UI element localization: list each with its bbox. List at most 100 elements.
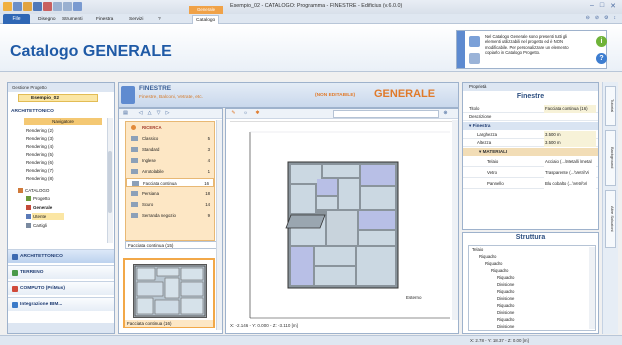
tree-scroll-thumb[interactable]	[108, 151, 112, 213]
sun-icon[interactable]: ☼	[242, 110, 249, 117]
tree-item-rendering[interactable]: Rendering (5)	[26, 151, 54, 158]
navigator-header[interactable]: Navigatore	[24, 118, 102, 125]
tab-background[interactable]: Background	[605, 130, 616, 186]
minimize-button[interactable]: –	[590, 2, 594, 10]
tab-strumenti[interactable]: Strumenti	[62, 15, 83, 24]
tree-node[interactable]: Riquadro	[497, 317, 514, 323]
property-row[interactable]: Altezza 3.500 m	[463, 139, 598, 147]
viewer-search-input[interactable]	[333, 110, 439, 118]
section-terreno[interactable]: TERRENO	[8, 265, 114, 279]
tree-node[interactable]: Riquadro	[485, 261, 502, 267]
section-title: ARCHITETTONICO	[11, 109, 54, 114]
tree-node[interactable]: Divisione	[497, 296, 514, 302]
tab-help[interactable]: ?	[158, 15, 161, 24]
tree-item-rendering[interactable]: Rendering (8)	[26, 175, 54, 182]
viewer-canvas[interactable]	[230, 121, 454, 322]
window-thumb-icon	[131, 202, 138, 207]
tab-disegno[interactable]: Disegno	[38, 15, 56, 24]
tree-node[interactable]: Riquadro	[497, 289, 514, 295]
save-icon[interactable]	[33, 2, 42, 11]
viewer-scrollbar[interactable]	[452, 120, 458, 320]
section-integrazione-bim[interactable]: Integrazione BIM...	[8, 297, 114, 311]
app-icon[interactable]	[3, 2, 12, 11]
viewer-coordinates: X: -2.146 - Y: 0.000 - Z: -3.110 [m]	[230, 323, 298, 328]
tree-node[interactable]: Divisione	[497, 310, 514, 316]
catalog-item-preview-selected[interactable]: Facciata continua (16)	[123, 258, 215, 328]
customize-icon[interactable]	[73, 2, 82, 11]
back-icon[interactable]: ◁	[137, 110, 144, 117]
list-item[interactable]: Scuro 14	[126, 200, 214, 209]
new-file-icon[interactable]	[13, 2, 22, 11]
tree-item-rendering[interactable]: Rendering (7)	[26, 167, 54, 174]
tree-node[interactable]: Telaio	[472, 247, 483, 253]
list-item[interactable]: Classico 5	[126, 134, 214, 143]
tree-item-rendering[interactable]: Rendering (3)	[26, 135, 54, 142]
context-tab-generale[interactable]: Generale	[189, 6, 223, 14]
redo-icon[interactable]	[63, 2, 72, 11]
open-folder-icon[interactable]	[23, 2, 32, 11]
ribbon-right-icons: ⊖ ⊘ ⚙ ↕	[586, 15, 616, 21]
maximize-button[interactable]: □	[600, 2, 604, 10]
tree-item-progetto[interactable]: Progetto	[26, 195, 50, 202]
catalog-scrollbar[interactable]	[216, 120, 222, 330]
property-row[interactable]: Larghezza 3.500 m	[463, 131, 598, 139]
tree-node[interactable]: Riquadro	[479, 254, 496, 260]
property-row[interactable]: Pannello Blu cobalto (...\Vetri\Vi	[463, 179, 598, 189]
expand-icon[interactable]: ↕	[614, 15, 617, 21]
tree-node[interactable]: Divisione	[497, 282, 514, 288]
tab-finestra[interactable]: Finestra	[96, 15, 113, 24]
search-row[interactable]: RICERCA	[126, 123, 214, 132]
window-category-icon	[121, 86, 135, 104]
tree-item-catalogo[interactable]: CATALOGO	[18, 187, 49, 194]
tab-catalogo[interactable]: Catalogo	[192, 15, 220, 24]
panel-header: Gestione Progetto	[8, 83, 114, 92]
settings-circle-icon[interactable]: ⊘	[595, 15, 599, 21]
tree-item-cartigli[interactable]: Cartigli	[26, 222, 47, 229]
tab-altre-soluzioni[interactable]: Altre Soluzioni	[605, 190, 616, 248]
property-row[interactable]: Titolo Facciata continua (16)	[463, 105, 598, 113]
section-architettonico[interactable]: ARCHITETTONICO	[8, 249, 114, 263]
tree-node[interactable]: Riquadro	[497, 275, 514, 281]
render-icon[interactable]: ✎	[230, 110, 237, 117]
tab-tutorial[interactable]: Tutorial	[605, 86, 616, 126]
tree-item-rendering[interactable]: Rendering (2)	[26, 127, 54, 134]
tree-item-rendering[interactable]: Rendering (6)	[26, 159, 54, 166]
catalog-item-label[interactable]: Facciata continua (15)	[125, 241, 217, 249]
list-item-selected[interactable]: Facciata continua 16	[126, 178, 214, 187]
tree-item-generale[interactable]: Generale	[26, 204, 52, 211]
property-group-materiali[interactable]: ▾ MATERIALI	[463, 148, 598, 156]
info-button[interactable]: i	[596, 36, 607, 47]
tree-node[interactable]: Riquadro	[497, 303, 514, 309]
property-row[interactable]: Telaio Acciaio (...\Metalli \metal	[463, 157, 598, 167]
forward-icon[interactable]: ▷	[164, 110, 171, 117]
down-icon[interactable]: ▽	[155, 110, 162, 117]
list-item[interactable]: Inglese 4	[126, 156, 214, 165]
property-row[interactable]: Vetro Trasparente (...\Vetri\Vi	[463, 168, 598, 178]
print-icon[interactable]	[43, 2, 52, 11]
tree-node[interactable]: Divisione	[497, 324, 514, 330]
project-item[interactable]: Esempio_02	[18, 94, 98, 102]
section-computo[interactable]: COMPUTO (PriMus)	[8, 281, 114, 295]
property-row[interactable]: Descrizione	[463, 113, 598, 121]
undo-icon[interactable]	[53, 2, 62, 11]
help-button[interactable]: ?	[596, 53, 607, 64]
search-icon	[131, 125, 136, 130]
list-item[interactable]: Persiana 18	[126, 189, 214, 198]
tab-file[interactable]: File	[3, 14, 30, 24]
tree-node[interactable]: Riquadro	[491, 268, 508, 274]
light-icon[interactable]: ✱	[254, 110, 261, 117]
list-item[interactable]: Arrotolabile 1	[126, 167, 214, 176]
list-item[interactable]: Serranda negozio 9	[126, 211, 214, 220]
structure-scrollbar[interactable]	[589, 247, 595, 329]
zoom-icon[interactable]: ⊕	[442, 110, 449, 117]
close-button[interactable]: ✕	[610, 2, 616, 10]
up-icon[interactable]: △	[146, 110, 153, 117]
view-icon[interactable]: ▤	[122, 110, 129, 117]
property-group-finestra[interactable]: ▾ Finestra	[463, 122, 598, 130]
tree-item-rendering[interactable]: Rendering (4)	[26, 143, 54, 150]
list-item[interactable]: Standard 3	[126, 145, 214, 154]
tree-item-utente[interactable]: Utente	[26, 213, 46, 220]
help-circle-icon[interactable]: ⊖	[586, 15, 590, 21]
tab-servizi[interactable]: Servizi	[129, 15, 143, 24]
gear-icon[interactable]: ⚙	[604, 15, 608, 21]
